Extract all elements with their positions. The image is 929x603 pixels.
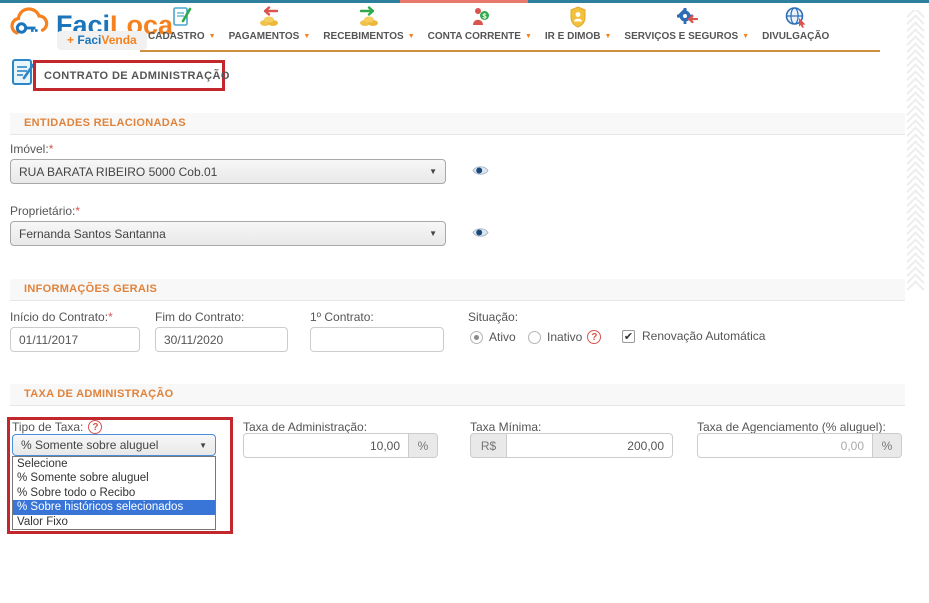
caret-down-icon: ▼: [408, 33, 415, 40]
caret-down-icon: ▼: [604, 33, 611, 40]
checkbox-checked-icon: ✔: [622, 330, 635, 343]
situacao-inativo-radio[interactable]: Inativo ?: [528, 330, 601, 344]
nav-item-divulgacao[interactable]: DIVULGAÇÃO: [762, 6, 829, 42]
tipo-taxa-select[interactable]: % Somente sobre aluguel ▼: [12, 434, 216, 456]
inicio-contrato-input[interactable]: [10, 327, 140, 352]
nav-label: IR E DIMOB: [545, 31, 601, 42]
percent-addon: %: [409, 433, 438, 458]
nav-item-cadastro[interactable]: CADASTRO ▼: [148, 6, 216, 42]
top-accent-bar: [0, 0, 929, 3]
percent-addon: %: [873, 433, 902, 458]
help-question-icon[interactable]: ?: [88, 420, 102, 434]
coins-arrow-right-icon: [356, 6, 382, 28]
tipo-taxa-label: Tipo de Taxa: ?: [12, 420, 102, 434]
caret-down-icon: ▼: [303, 33, 310, 40]
section-header-taxa-administracao: TAXA DE ADMINISTRAÇÃO: [10, 384, 905, 406]
inicio-contrato-label: Início do Contrato:*: [10, 310, 113, 324]
proprietario-label: Proprietário:*: [10, 204, 80, 218]
section-header-entidades-relacionadas: ENTIDADES RELACIONADAS: [10, 113, 905, 135]
badge-shield-icon: [568, 6, 588, 28]
nav-label: RECEBIMENTOS: [323, 31, 403, 42]
option-somente-sobre-aluguel[interactable]: % Somente sobre aluguel: [13, 471, 215, 485]
taxa-agenciamento-input[interactable]: [697, 433, 873, 458]
imovel-select[interactable]: RUA BARATA RIBEIRO 5000 Cob.01 ▼: [10, 159, 446, 184]
nav-item-servicos-e-seguros[interactable]: SERVIÇOS E SEGUROS ▼: [624, 6, 749, 42]
caret-down-icon: ▼: [199, 441, 207, 450]
situacao-ativo-radio[interactable]: Ativo: [470, 330, 516, 344]
renovacao-automatica-checkbox[interactable]: ✔ Renovação Automática: [622, 329, 765, 343]
main-nav: CADASTRO▼ PAGAMENTOS▼: [148, 6, 842, 42]
nav-item-conta-corrente[interactable]: $ CONTA CORRENTE ▼: [428, 6, 532, 42]
nav-item-pagamentos[interactable]: PAGAMENTOS▼: [229, 6, 311, 42]
page-title-annotation-box: CONTRATO DE ADMINISTRAÇÃO: [33, 60, 225, 91]
option-sobre-historicos-selecionados[interactable]: % Sobre históricos selecionados: [13, 500, 215, 514]
caret-down-icon: ▼: [525, 33, 532, 40]
nav-label: CONTA CORRENTE: [428, 31, 521, 42]
proprietario-view-eye-icon[interactable]: [472, 226, 489, 244]
gear-arrow-icon: [675, 6, 699, 28]
primeiro-contrato-label: 1º Contrato:: [310, 310, 374, 324]
option-selecione[interactable]: Selecione: [13, 457, 215, 471]
option-valor-fixo[interactable]: Valor Fixo: [13, 515, 215, 529]
help-question-icon[interactable]: ?: [587, 330, 601, 344]
taxa-agenciamento-label: Taxa de Agenciamento (% aluguel):: [697, 420, 886, 434]
radio-selected-icon: [470, 331, 483, 344]
cloud-key-icon: [8, 6, 52, 45]
currency-addon: R$: [470, 433, 506, 458]
facivenda-badge[interactable]: + FaciVenda: [57, 31, 147, 50]
primeiro-contrato-input[interactable]: [310, 327, 444, 352]
caret-down-icon: ▼: [429, 229, 437, 238]
caret-down-icon: ▼: [209, 33, 216, 40]
globe-pointer-icon: [784, 6, 808, 28]
fim-contrato-input[interactable]: [155, 327, 288, 352]
nav-label: PAGAMENTOS: [229, 31, 300, 42]
nav-underline: [140, 50, 880, 52]
caret-down-icon: ▼: [429, 167, 437, 176]
radio-unselected-icon: [528, 331, 541, 344]
nav-label: CADASTRO: [148, 31, 205, 42]
app-window: FaciLoca + FaciVenda CADASTRO▼: [0, 0, 929, 603]
taxa-minima-label: Taxa Mínima:: [470, 420, 541, 434]
option-sobre-todo-recibo[interactable]: % Sobre todo o Recibo: [13, 486, 215, 500]
situacao-label: Situação:: [468, 310, 518, 324]
caret-down-icon: ▼: [742, 33, 749, 40]
taxa-minima-input[interactable]: [506, 433, 673, 458]
nav-label: SERVIÇOS E SEGUROS: [624, 31, 738, 42]
fim-contrato-label: Fim do Contrato:: [155, 310, 244, 324]
nav-item-ir-e-dimob[interactable]: IR E DIMOB▼: [545, 6, 612, 42]
imovel-view-eye-icon[interactable]: [472, 164, 489, 182]
imovel-label: Imóvel:*: [10, 142, 53, 156]
document-edit-icon: [171, 6, 193, 28]
person-dollar-icon: $: [469, 6, 491, 28]
taxa-administracao-input[interactable]: [243, 433, 409, 458]
nav-label: DIVULGAÇÃO: [762, 31, 829, 42]
section-header-informacoes-gerais: INFORMAÇÕES GERAIS: [10, 279, 905, 301]
tipo-taxa-option-list: Selecione % Somente sobre aluguel % Sobr…: [12, 456, 216, 530]
top-accent-segment: [400, 0, 528, 3]
nav-item-recebimentos[interactable]: RECEBIMENTOS ▼: [323, 6, 414, 42]
proprietario-select[interactable]: Fernanda Santos Santanna ▼: [10, 221, 446, 246]
background-chevron-pattern: [903, 10, 927, 542]
coins-arrow-left-icon: [256, 6, 282, 28]
taxa-administracao-label: Taxa de Administração:: [243, 420, 367, 434]
page-title: CONTRATO DE ADMINISTRAÇÃO: [44, 70, 230, 82]
